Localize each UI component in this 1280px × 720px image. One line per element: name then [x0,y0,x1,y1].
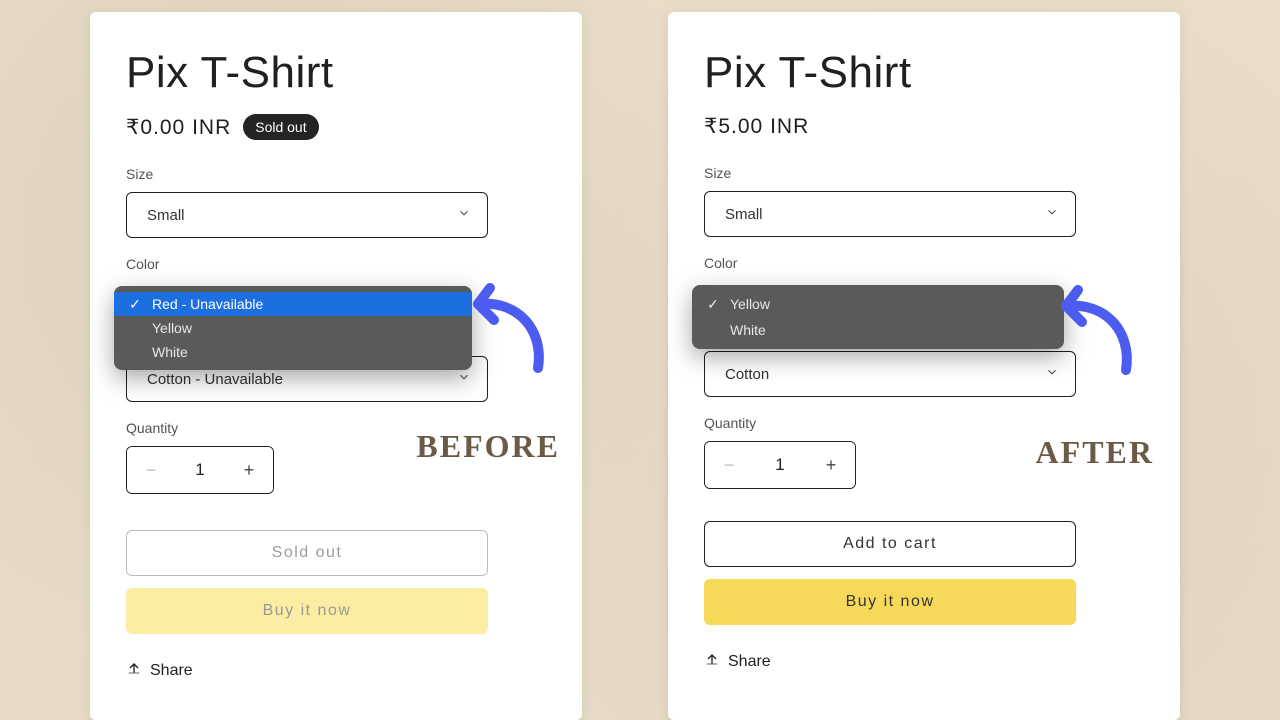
price: ₹0.00 INR [126,115,231,140]
quantity-value: 1 [753,455,807,475]
color-option[interactable]: ✓ Red - Unavailable [114,292,472,316]
size-label: Size [704,165,1144,181]
chevron-down-icon [457,206,471,224]
price-row: ₹5.00 INR [704,114,1144,139]
share-button[interactable]: Share [704,651,771,672]
color-option-label: White [730,322,766,338]
quantity-value: 1 [175,460,225,480]
quantity-stepper[interactable]: − 1 + [704,441,856,489]
material-value: Cotton - Unavailable [147,371,283,388]
size-field: Size Small [704,165,1144,237]
color-option[interactable]: Yellow [114,316,472,340]
color-option[interactable]: White [114,340,472,364]
arrow-icon [1048,282,1138,382]
color-option[interactable]: White [692,317,1064,343]
size-label: Size [126,166,546,182]
color-option-label: Yellow [730,296,770,312]
after-tag: AFTER [1036,434,1154,471]
check-icon: ✓ [706,296,720,313]
quantity-label: Quantity [704,415,1144,431]
size-value: Small [147,207,185,224]
quantity-decrement[interactable]: − [705,442,753,488]
size-select[interactable]: Small [126,192,488,238]
share-button[interactable]: Share [126,660,193,681]
material-value: Cotton [725,366,769,383]
button-label: Add to cart [843,535,937,553]
size-field: Size Small [126,166,546,238]
before-tag: BEFORE [416,428,560,465]
color-dropdown[interactable]: ✓ Yellow White [692,285,1064,349]
share-label: Share [728,653,771,671]
button-label: Buy it now [263,602,352,620]
product-title: Pix T-Shirt [704,48,1144,98]
color-option-label: White [152,344,188,360]
button-label: Sold out [272,544,343,562]
product-card-after: Pix T-Shirt ₹5.00 INR Size Small Color ✓… [668,12,1180,720]
color-label: Color [704,255,1144,271]
color-option-label: Red - Unavailable [152,296,263,312]
share-icon [704,651,720,672]
color-dropdown[interactable]: ✓ Red - Unavailable Yellow White [114,286,472,370]
quantity-stepper[interactable]: − 1 + [126,446,274,494]
share-label: Share [150,662,193,680]
color-option-label: Yellow [152,320,192,336]
soldout-badge: Sold out [243,114,318,140]
quantity-decrement[interactable]: − [127,447,175,493]
size-value: Small [725,206,763,223]
buy-now-button[interactable]: Buy it now [126,588,488,634]
product-card-before: Pix T-Shirt ₹0.00 INR Sold out Size Smal… [90,12,582,720]
size-select[interactable]: Small [704,191,1076,237]
price-row: ₹0.00 INR Sold out [126,114,546,140]
quantity-increment[interactable]: + [225,447,273,493]
price: ₹5.00 INR [704,114,809,139]
add-to-cart-button[interactable]: Add to cart [704,521,1076,567]
quantity-increment[interactable]: + [807,442,855,488]
buy-now-button[interactable]: Buy it now [704,579,1076,625]
check-icon: ✓ [128,296,142,313]
add-to-cart-button[interactable]: Sold out [126,530,488,576]
chevron-down-icon [1045,205,1059,223]
color-option[interactable]: ✓ Yellow [692,291,1064,317]
color-label: Color [126,256,546,272]
product-title: Pix T-Shirt [126,48,546,98]
arrow-icon [460,280,550,380]
share-icon [126,660,142,681]
button-label: Buy it now [846,593,935,611]
material-select[interactable]: Cotton [704,351,1076,397]
